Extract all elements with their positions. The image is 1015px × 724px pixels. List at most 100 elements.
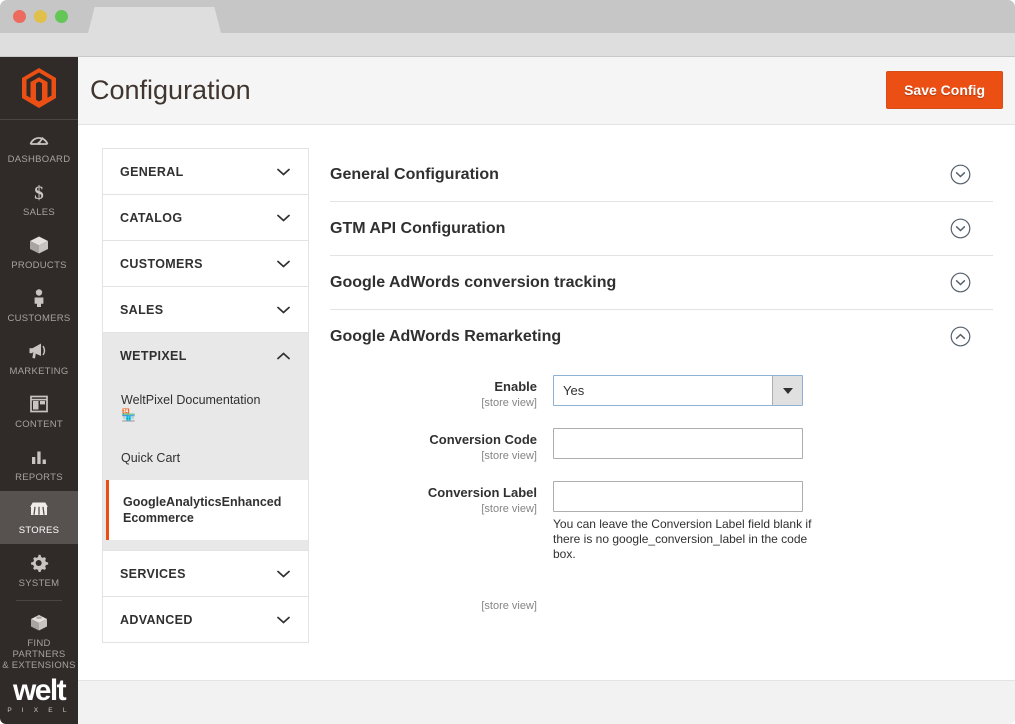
person-icon [27, 286, 51, 310]
sidebar-item-products[interactable]: PRODUCTS [0, 226, 78, 279]
config-section-header-services[interactable]: SERVICES [103, 551, 308, 596]
fieldset-header-gtm-api-configuration[interactable]: GTM API Configuration [330, 202, 993, 255]
config-section-header-sales[interactable]: SALES [103, 287, 308, 332]
sidebar-item-label: PRODUCTS [11, 260, 67, 271]
bar-chart-icon [27, 445, 51, 469]
storefront-icon [27, 498, 51, 522]
browser-toolbar [0, 33, 1015, 57]
conversion-code-input[interactable] [553, 428, 803, 459]
browser-titlebar [0, 0, 1015, 33]
content-footer [78, 680, 1015, 724]
box-icon [27, 233, 51, 257]
config-section-header-advanced[interactable]: ADVANCED [103, 597, 308, 642]
fieldset-title: Google AdWords conversion tracking [330, 274, 616, 292]
fieldset-google-adwords-conversion-tracking: Google AdWords conversion tracking [330, 256, 993, 310]
sidebar-item-content[interactable]: CONTENT [0, 385, 78, 438]
sidebar-item-label: CUSTOMERS [7, 313, 70, 324]
browser-tab[interactable] [88, 7, 221, 33]
config-section-header-customers[interactable]: CUSTOMERS [103, 241, 308, 286]
content-body: GENERAL CATALOG CUSTOMERS SALES [78, 125, 1015, 680]
config-section-label: SERVICES [120, 567, 186, 581]
config-subitem-weltpixel-documentation[interactable]: WeltPixel Documentation 🏪 [103, 378, 308, 436]
weltpixel-brand-logo: welt P I X E L [0, 676, 78, 714]
close-window-button[interactable] [13, 10, 26, 23]
sidebar-item-label: CONTENT [15, 419, 63, 430]
fieldset-title: General Configuration [330, 166, 499, 184]
field-scope: [store view] [330, 449, 537, 463]
field-control: Yes [553, 375, 993, 406]
field-label: Conversion Code [330, 432, 537, 448]
sidebar-divider [16, 600, 62, 601]
fieldset-general-configuration: General Configuration [330, 148, 993, 202]
fieldset-body-google-adwords-remarketing: Enable [store view] Yes Conversion [330, 363, 993, 623]
config-subitem-label: GoogleAnalyticsEnhanced Ecommerce [123, 495, 281, 525]
enable-select-value: Yes [563, 383, 584, 398]
chevron-down-icon [277, 260, 290, 268]
field-row-trailing-scope: [store view] [330, 598, 993, 613]
sidebar-item-label: DASHBOARD [8, 154, 71, 165]
sidebar-item-label: SYSTEM [19, 578, 60, 589]
sidebar-item-label: REPORTS [15, 472, 63, 483]
chevron-down-icon [277, 214, 290, 222]
config-section-services: SERVICES [102, 550, 309, 596]
config-section-wetpixel: WETPIXEL WeltPixel Documentation 🏪 Quick… [102, 332, 309, 550]
settings-panel: General Configuration GTM API Configurat… [330, 148, 993, 623]
field-label-group: Enable [store view] [330, 375, 553, 410]
field-scope: [store view] [330, 599, 537, 613]
config-section-label: CATALOG [120, 211, 182, 225]
config-subitem-quick-cart[interactable]: Quick Cart [103, 436, 308, 480]
page-title: Configuration [90, 75, 251, 106]
field-label: Conversion Label [330, 485, 537, 501]
maximize-window-button[interactable] [55, 10, 68, 23]
config-section-header-wetpixel[interactable]: WETPIXEL [103, 333, 308, 378]
config-section-label: ADVANCED [120, 613, 193, 627]
config-subitem-googleanalytics-enhanced-ecommerce[interactable]: GoogleAnalyticsEnhanced Ecommerce [106, 480, 308, 540]
chevron-down-icon[interactable] [772, 376, 802, 405]
megaphone-icon [27, 339, 51, 363]
storefront-emoji-icon: 🏪 [121, 408, 292, 422]
sidebar-item-dashboard[interactable]: DASHBOARD [0, 120, 78, 173]
config-section-general: GENERAL [102, 148, 309, 194]
circle-chevron-down-icon [950, 272, 971, 293]
conversion-label-input[interactable] [553, 481, 803, 512]
config-section-label: SALES [120, 303, 163, 317]
window-controls [13, 10, 68, 23]
config-section-customers: CUSTOMERS [102, 240, 309, 286]
sidebar-item-sales[interactable]: $ SALES [0, 173, 78, 226]
sidebar-item-find-partners-extensions[interactable]: FIND PARTNERS & EXTENSIONS [0, 604, 78, 679]
admin-sidebar: DASHBOARD $ SALES PRODUCTS [0, 57, 78, 724]
field-label-group: [store view] [330, 598, 553, 613]
field-control [553, 428, 993, 459]
field-scope: [store view] [330, 396, 537, 410]
fieldset-gtm-api-configuration: GTM API Configuration [330, 202, 993, 256]
minimize-window-button[interactable] [34, 10, 47, 23]
sidebar-item-reports[interactable]: REPORTS [0, 438, 78, 491]
conversion-label-note: You can leave the Conversion Label field… [553, 517, 813, 562]
config-section-sales: SALES [102, 286, 309, 332]
field-label: Enable [330, 379, 537, 395]
sidebar-item-customers[interactable]: CUSTOMERS [0, 279, 78, 332]
fieldset-header-google-adwords-conversion-tracking[interactable]: Google AdWords conversion tracking [330, 256, 993, 309]
chevron-down-icon [277, 616, 290, 624]
save-config-button[interactable]: Save Config [886, 71, 1003, 109]
config-section-header-general[interactable]: GENERAL [103, 149, 308, 194]
brand-wordmark: welt [0, 676, 78, 706]
sidebar-item-system[interactable]: SYSTEM [0, 544, 78, 597]
chevron-down-icon [277, 306, 290, 314]
circle-chevron-down-icon [950, 218, 971, 239]
sidebar-item-label: MARKETING [10, 366, 69, 377]
magento-logo[interactable] [0, 57, 78, 120]
fieldset-header-google-adwords-remarketing[interactable]: Google AdWords Remarketing [330, 310, 993, 363]
config-section-label: CUSTOMERS [120, 257, 203, 271]
fieldset-header-general-configuration[interactable]: General Configuration [330, 148, 993, 201]
dollar-icon: $ [27, 180, 51, 204]
enable-select[interactable]: Yes [553, 375, 803, 406]
field-control: You can leave the Conversion Label field… [553, 481, 993, 562]
config-section-header-catalog[interactable]: CATALOG [103, 195, 308, 240]
sidebar-item-stores[interactable]: STORES [0, 491, 78, 544]
chevron-up-icon [277, 352, 290, 360]
sidebar-item-marketing[interactable]: MARKETING [0, 332, 78, 385]
brand-subtext: P I X E L [0, 707, 78, 714]
field-control [553, 598, 993, 613]
circle-chevron-up-icon [950, 326, 971, 347]
